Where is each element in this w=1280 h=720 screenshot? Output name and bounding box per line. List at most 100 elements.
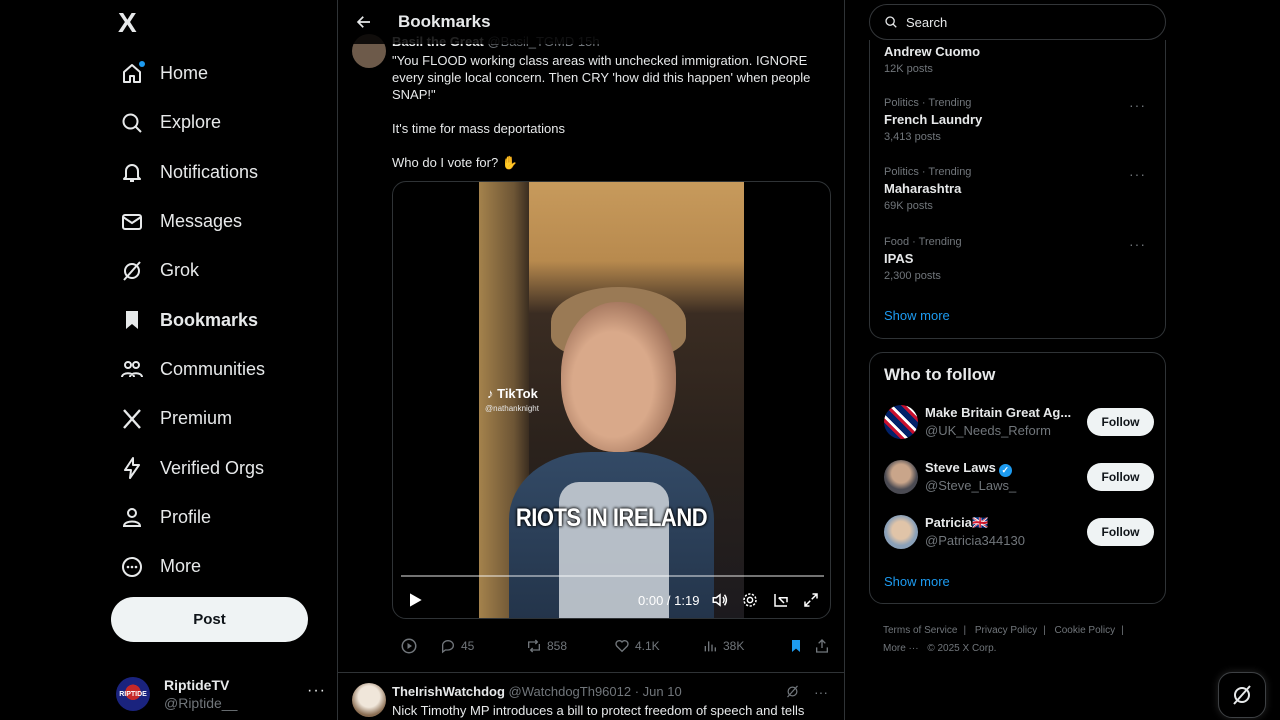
play-icon[interactable] [405,590,425,610]
trend-item[interactable]: Politics · Trending Maharashtra 69K post… [884,166,1154,212]
mail-icon [120,210,144,234]
main-column: Bookmarks Basil the Great @Basil_TGMD 15… [337,0,845,720]
repost-count: 858 [547,639,568,653]
search-icon [885,16,897,28]
video-time: 0:00 / 1:19 [638,593,700,608]
back-button[interactable] [346,4,382,40]
play-circle-icon [401,638,417,654]
footer-links: Terms of Service | Privacy Policy | Cookie… [883,622,1153,640]
tweet-line: It's time for mass deportations [392,121,565,136]
nav-messages[interactable]: Messages [104,197,336,246]
nav-premium[interactable]: Premium [104,394,336,443]
search-input[interactable]: Search [906,15,947,30]
nav-bookmarks[interactable]: Bookmarks [104,295,336,344]
like-count: 4.1K [635,639,660,653]
grok-floating-button[interactable] [1218,672,1266,718]
more-dots-icon[interactable]: ··· [1129,236,1146,252]
pip-icon[interactable] [772,591,790,609]
nav-verified-orgs[interactable]: Verified Orgs [104,443,336,492]
trend-name: Maharashtra [884,181,962,196]
search-icon [120,111,144,135]
nav-label: Grok [160,260,200,281]
avatar[interactable] [884,515,918,549]
more-dots-icon[interactable]: ··· [1129,166,1146,182]
nav-more[interactable]: More [104,542,336,591]
app-root: X Home Explore Notifications Messages Gr… [0,0,1280,720]
page-title: Bookmarks [398,12,491,31]
follow-button[interactable]: Follow [1087,518,1154,546]
more-dots-icon[interactable]: ··· [814,684,828,700]
trend-item[interactable]: Andrew Cuomo 12K posts [884,44,1154,75]
follow-suggestion[interactable]: Make Britain Great Ag... @UK_Needs_Refor… [884,405,1154,441]
footer-link-privacy[interactable]: Privacy Policy [975,625,1037,636]
nav-notifications[interactable]: Notifications [104,148,336,197]
trend-item[interactable]: Food · Trending IPAS 2,300 posts ··· [884,236,1154,282]
arrow-left-icon [356,16,370,28]
trend-count: 3,413 posts [884,131,941,143]
views-button[interactable]: 38K [702,636,744,656]
grok-icon[interactable] [785,684,800,699]
left-sidebar: X Home Explore Notifications Messages Gr… [104,0,336,720]
bookmark-icon [120,308,144,332]
bookmark-button[interactable] [788,636,804,656]
suggestion-handle: @Steve_Laws_ [925,478,1017,493]
avatar[interactable] [884,460,918,494]
people-icon [120,357,144,381]
nav-communities[interactable]: Communities [104,345,336,394]
account-switcher[interactable]: RIPTIDE RiptideTV @Riptide__ ··· [116,672,326,716]
post-button[interactable]: Post [111,597,308,642]
more-dots-icon: ··· [307,682,326,699]
follow-show-more-link[interactable]: Show more [884,574,950,589]
avatar[interactable] [884,405,918,439]
person-icon [120,505,144,529]
notification-dot [139,60,145,67]
trends-show-more-link[interactable]: Show more [884,308,950,323]
account-handle: @Riptide__ [164,695,238,711]
footer-more-link[interactable]: More ··· [883,643,919,654]
tweet-author-name[interactable]: TheIrishWatchdog [392,684,505,699]
search-box[interactable]: Search [869,4,1166,40]
account-text: RiptideTV @Riptide__ [164,676,237,712]
like-button[interactable]: 4.1K [614,636,660,656]
nav-profile[interactable]: Profile [104,493,336,542]
settings-icon[interactable] [741,591,759,609]
suggestion-name[interactable]: Patricia🇬🇧 [925,515,988,531]
views-icon [704,641,716,652]
nav-home[interactable]: Home [104,49,336,98]
trend-name: French Laundry [884,112,983,127]
nav-explore[interactable]: Explore [104,98,336,147]
footer-link-terms[interactable]: Terms of Service [883,625,957,636]
share-button[interactable] [814,636,830,656]
tiktok-watermark: ♪ TikTok [487,386,538,401]
suggestion-name[interactable]: Steve Laws ✓ [925,460,1012,477]
home-icon [120,60,145,86]
suggestion-name[interactable]: Make Britain Great Ag... [925,405,1071,420]
tweet-date[interactable]: · Jun 10 [635,684,682,699]
volume-icon[interactable] [711,591,729,609]
reply-icon [442,640,454,654]
trend-item[interactable]: Politics · Trending French Laundry 3,413… [884,97,1154,143]
reply-button[interactable]: 45 [440,636,474,656]
video-progress-bar[interactable] [401,575,824,577]
trend-meta: Politics · Trending [884,97,972,109]
follow-button[interactable]: Follow [1087,408,1154,436]
trend-meta: Food · Trending [884,236,962,248]
video-player[interactable]: ♪ TikTok @nathanknight RIOTS IN IRELAND … [392,181,831,619]
footer-link-cookie[interactable]: Cookie Policy [1055,625,1116,636]
tweet-header-actions: ··· [785,684,828,700]
grok-analyze-button[interactable] [400,636,418,656]
video-frame: ♪ TikTok @nathanknight RIOTS IN IRELAND [479,182,744,618]
x-icon [120,407,144,431]
avatar[interactable] [352,683,386,717]
x-logo-icon[interactable]: X [118,8,148,38]
nav-grok[interactable]: Grok [104,246,336,295]
fullscreen-icon[interactable] [802,591,820,609]
nav-label: Bookmarks [160,309,259,330]
nav-label: More [160,556,202,577]
more-dots-icon[interactable]: ··· [1129,97,1146,113]
trends-panel: Andrew Cuomo 12K posts Politics · Trendi… [869,40,1166,339]
repost-button[interactable]: 858 [526,636,567,656]
follow-suggestion[interactable]: Steve Laws ✓ @Steve_Laws_ Follow [884,460,1154,496]
follow-button[interactable]: Follow [1087,463,1154,491]
follow-suggestion[interactable]: Patricia🇬🇧 @Patricia344130 Follow [884,515,1154,551]
